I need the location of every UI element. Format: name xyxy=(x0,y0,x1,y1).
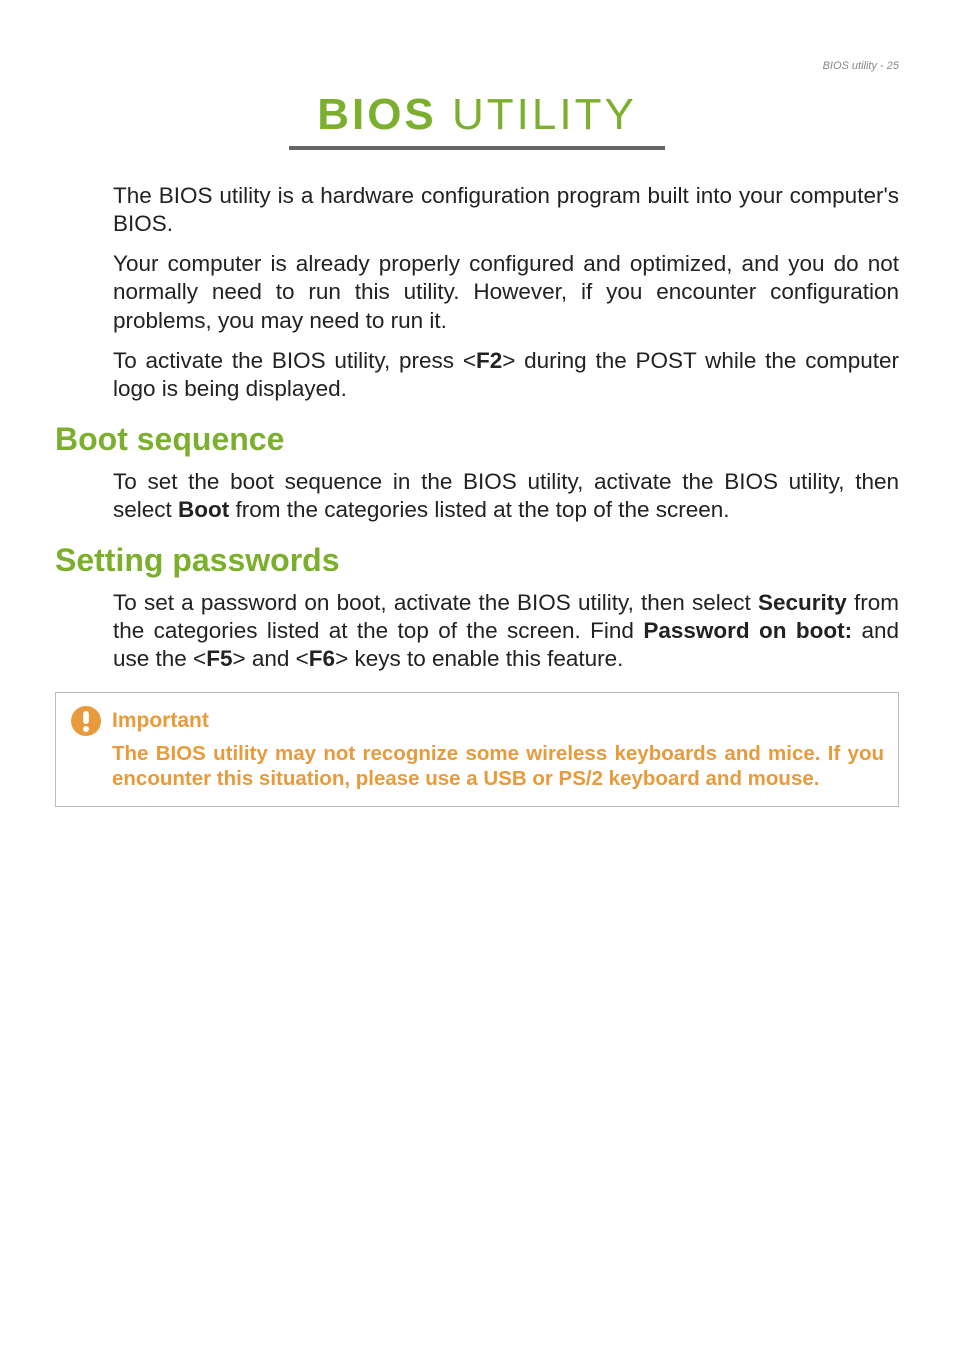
key-f2: F2 xyxy=(476,348,502,373)
boot-bold: Boot xyxy=(178,497,229,522)
title-bios: BIOS xyxy=(317,90,437,139)
section-heading-passwords: Setting passwords xyxy=(55,542,899,579)
boot-paragraph: To set the boot sequence in the BIOS uti… xyxy=(113,468,899,524)
section-heading-boot: Boot sequence xyxy=(55,421,899,458)
pw-p1-d: > and < xyxy=(232,646,308,671)
callout-header: Important xyxy=(70,705,884,737)
running-head: BIOS utility - 25 xyxy=(55,60,899,72)
intro-p3-a: To activate the BIOS utility, press < xyxy=(113,348,476,373)
callout-title: Important xyxy=(112,709,209,733)
important-icon xyxy=(70,705,102,737)
chapter-title: BIOS UTILITY xyxy=(55,90,899,140)
title-utility: UTILITY xyxy=(437,90,637,139)
pw-p1-a: To set a password on boot, activate the … xyxy=(113,590,758,615)
intro-paragraph-2: Your computer is already properly config… xyxy=(113,250,899,334)
key-f6: F6 xyxy=(309,646,335,671)
boot-p1-b: from the categories listed at the top of… xyxy=(229,497,729,522)
chapter-underline xyxy=(289,146,665,150)
key-f5: F5 xyxy=(206,646,232,671)
pw-bold-security: Security xyxy=(758,590,847,615)
pw-bold-password: Password on boot: xyxy=(643,618,852,643)
intro-paragraph-1: The BIOS utility is a hardware configura… xyxy=(113,182,899,238)
pw-p1-e: > keys to enable this feature. xyxy=(335,646,623,671)
intro-paragraph-3: To activate the BIOS utility, press <F2>… xyxy=(113,347,899,403)
passwords-paragraph: To set a password on boot, activate the … xyxy=(113,589,899,673)
callout-text: The BIOS utility may not recognize some … xyxy=(112,741,884,792)
callout-important: Important The BIOS utility may not recog… xyxy=(55,692,899,807)
